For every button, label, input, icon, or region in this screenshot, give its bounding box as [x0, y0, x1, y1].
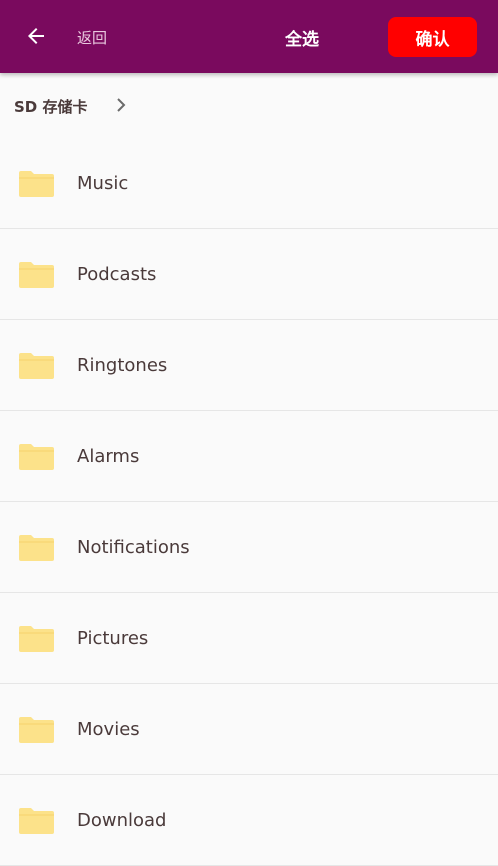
- arrow-left-icon: [28, 28, 44, 44]
- folder-icon: [19, 535, 54, 561]
- top-app-bar: 返回 全选 确认: [0, 0, 498, 73]
- list-item[interactable]: Movies: [0, 684, 498, 775]
- list-item[interactable]: Music: [0, 138, 498, 229]
- folder-label: Download: [77, 810, 167, 831]
- breadcrumb: SD 存储卡: [0, 73, 498, 138]
- folder-label: Pictures: [77, 628, 149, 649]
- folder-label: Music: [77, 173, 129, 194]
- folder-icon: [19, 808, 54, 834]
- list-item[interactable]: Pictures: [0, 593, 498, 684]
- folder-icon: [19, 626, 54, 652]
- chevron-right-icon: [117, 98, 126, 112]
- breadcrumb-item-sd-card[interactable]: SD 存储卡: [14, 96, 87, 117]
- confirm-button[interactable]: 确认: [388, 17, 477, 57]
- folder-label: Podcasts: [77, 264, 157, 285]
- back-label[interactable]: 返回: [77, 27, 107, 48]
- folder-icon: [19, 717, 54, 743]
- folder-label: Movies: [77, 719, 140, 740]
- folder-icon: [19, 171, 54, 197]
- list-item[interactable]: Ringtones: [0, 320, 498, 411]
- folder-icon: [19, 444, 54, 470]
- list-item[interactable]: Alarms: [0, 411, 498, 502]
- folder-list: Music Podcasts Ringtones Alarms Notifica…: [0, 138, 498, 866]
- folder-label: Notifications: [77, 537, 190, 558]
- back-button[interactable]: [18, 18, 54, 54]
- folder-icon: [19, 262, 54, 288]
- list-item[interactable]: Download: [0, 775, 498, 866]
- select-all-button[interactable]: 全选: [285, 25, 319, 50]
- list-item[interactable]: Notifications: [0, 502, 498, 593]
- folder-label: Alarms: [77, 446, 140, 467]
- folder-icon: [19, 353, 54, 379]
- folder-label: Ringtones: [77, 355, 168, 376]
- list-item[interactable]: Podcasts: [0, 229, 498, 320]
